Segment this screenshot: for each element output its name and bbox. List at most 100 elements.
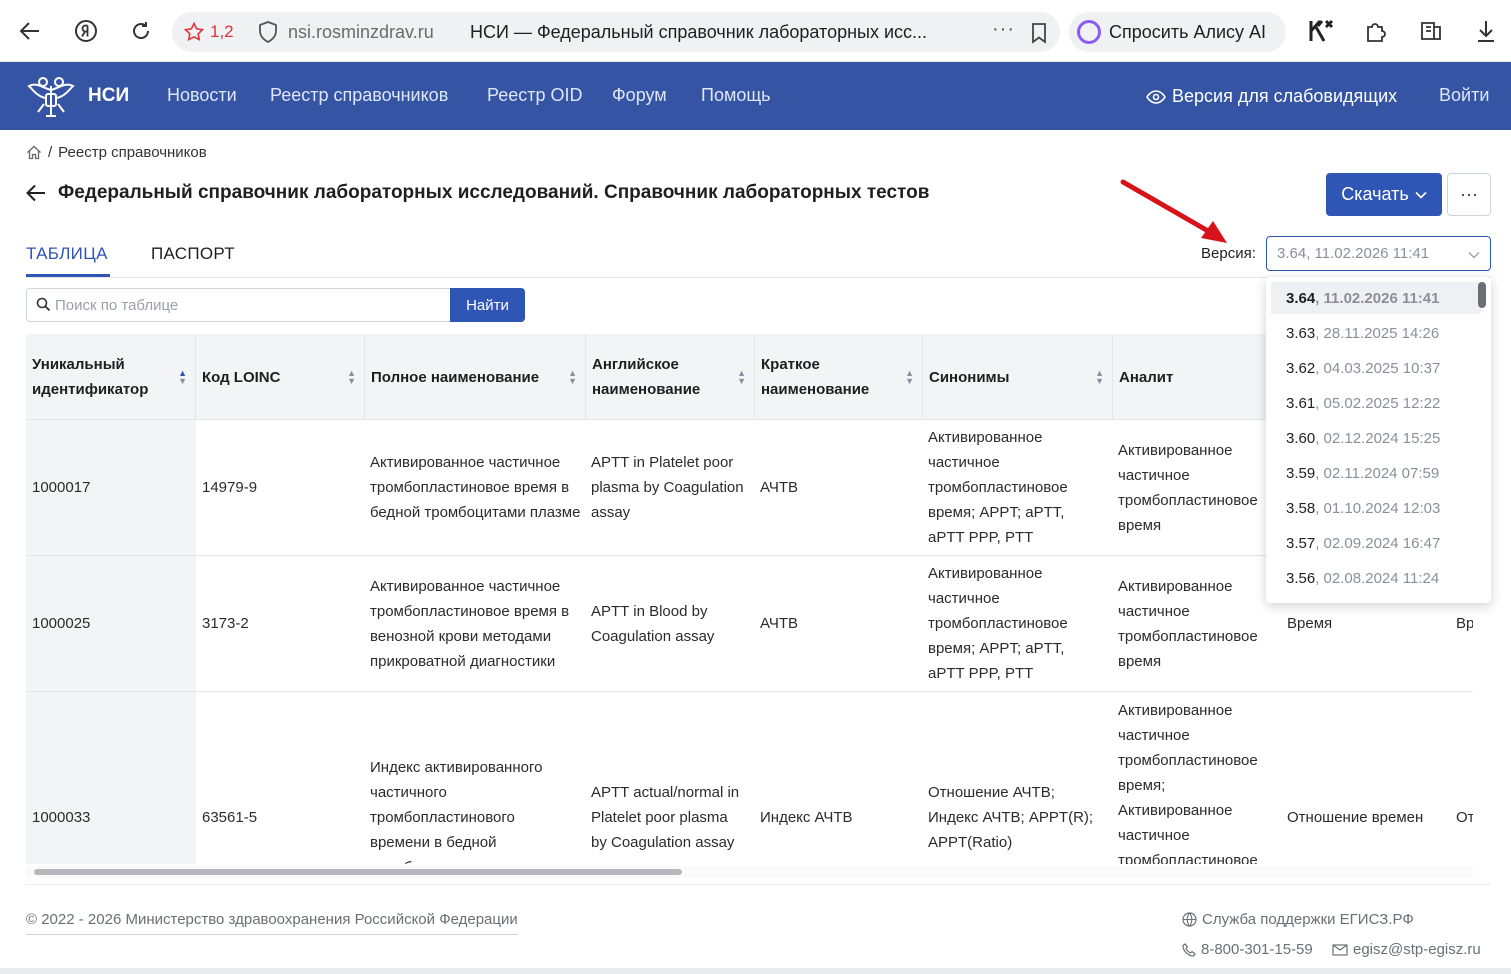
login-link[interactable]: Войти xyxy=(1439,85,1489,106)
back-arrow-icon[interactable] xyxy=(14,15,46,47)
chevron-down-icon xyxy=(1468,252,1480,259)
column-header-id[interactable]: Уникальный идентификатор ▲ ▼ xyxy=(26,334,196,420)
tab-table[interactable]: ТАБЛИЦА xyxy=(26,244,108,264)
search-icon xyxy=(36,297,51,312)
download-icon[interactable] xyxy=(1470,15,1502,47)
column-header-synonyms[interactable]: Синонимы ▲ ▼ xyxy=(923,334,1113,420)
nav-help[interactable]: Помощь xyxy=(701,85,771,106)
url-domain: nsi.rosminzdrav.ru xyxy=(288,22,434,42)
footer-divider xyxy=(26,884,1491,885)
sort-icon[interactable]: ▲ ▼ xyxy=(905,369,914,386)
column-header-analyte[interactable]: Аналит xyxy=(1113,334,1283,420)
collections-icon[interactable] xyxy=(1415,15,1447,47)
version-dropdown: 3.64, 11.02.2026 11:41 3.63, 28.11.2025 … xyxy=(1266,277,1491,603)
nav-news[interactable]: Новости xyxy=(167,85,237,106)
coat-of-arms-logo[interactable] xyxy=(24,70,78,122)
version-option[interactable]: 3.57, 02.09.2024 16:47 xyxy=(1271,527,1481,559)
cell-analyte: Активированное частичное тромбопластинов… xyxy=(1118,577,1258,670)
annotation-arrow xyxy=(1120,179,1227,243)
home-icon[interactable] xyxy=(26,145,42,160)
sort-icon[interactable]: ▲ ▼ xyxy=(347,369,356,386)
version-option[interactable]: 3.61, 05.02.2025 12:22 xyxy=(1271,387,1481,419)
download-button[interactable]: Скачать xyxy=(1326,173,1442,216)
table-scrollbar-thumb[interactable] xyxy=(34,869,682,875)
cell-id: 1000025 xyxy=(32,615,91,632)
back-arrow-icon[interactable] xyxy=(26,184,46,202)
nav-registry[interactable]: Реестр справочников xyxy=(270,85,448,106)
cell-analyte: Активированное частичное тромбопластинов… xyxy=(1118,702,1258,864)
version-option[interactable]: 3.56, 02.08.2024 11:24 xyxy=(1271,562,1481,594)
table-row[interactable]: 1000033 63561-5 Индекс активированного ч… xyxy=(26,692,1473,864)
cell-english-name: APTT actual/normal in Platelet poor plas… xyxy=(591,783,740,851)
breadcrumb: / Реестр справочников xyxy=(26,144,207,161)
sort-icon[interactable]: ▲ ▼ xyxy=(568,369,577,386)
phone-icon xyxy=(1182,942,1196,957)
column-header-english-name[interactable]: Английское наименование ▲ ▼ xyxy=(586,334,755,420)
table-row[interactable]: 1000017 14979-9 Активированное частичное… xyxy=(26,420,1473,556)
column-header-short-name[interactable]: Краткое наименование ▲ ▼ xyxy=(755,334,923,420)
version-selected-number: 3.64 xyxy=(1277,245,1307,262)
cell-full-name: Активированное частичное тромбопластинов… xyxy=(370,577,570,670)
cell-id: 1000033 xyxy=(32,808,91,826)
more-options-icon[interactable]: ··· xyxy=(992,18,1015,41)
low-vision-link[interactable]: Версия для слабовидящих xyxy=(1146,86,1397,107)
cell-property: Отношение времен xyxy=(1287,808,1424,826)
column-header-loinc[interactable]: Код LOINC ▲ ▼ xyxy=(196,334,365,420)
table-header: Уникальный идентификатор ▲ ▼ Код LOINC ▲ ▼… xyxy=(26,334,1473,420)
alice-icon xyxy=(1077,20,1101,44)
version-option[interactable]: 3.62, 04.03.2025 10:37 xyxy=(1271,352,1481,384)
version-option[interactable]: 3.60, 02.12.2024 15:25 xyxy=(1271,422,1481,454)
table-search xyxy=(26,288,451,322)
sort-icon[interactable]: ▲ ▼ xyxy=(737,369,746,386)
version-option[interactable]: 3.64, 11.02.2026 11:41 xyxy=(1271,282,1481,314)
bookmark-icon[interactable] xyxy=(1029,22,1049,44)
ask-alice-label: Спросить Алису AI xyxy=(1109,21,1267,42)
footer-email-link[interactable]: egisz@stp-egisz.ru xyxy=(1332,941,1481,958)
yandex-logo-icon[interactable] xyxy=(70,15,102,47)
more-actions-button[interactable]: ··· xyxy=(1447,173,1491,216)
breadcrumb-registry[interactable]: Реестр справочников xyxy=(58,144,207,161)
low-vision-label: Версия для слабовидящих xyxy=(1172,86,1398,106)
browser-toolbar: 1,2 nsi.rosminzdrav.ru НСИ — Федеральный… xyxy=(0,0,1511,62)
site-rating[interactable]: 1,2 xyxy=(184,22,234,42)
dropdown-scrollbar[interactable] xyxy=(1478,282,1486,308)
cell-loinc: 3173-2 xyxy=(202,615,249,632)
cell-synonyms: Активированное частичное тромбопластинов… xyxy=(928,565,1068,682)
version-option[interactable]: 3.63, 28.11.2025 14:26 xyxy=(1271,317,1481,349)
footer-support-link[interactable]: Служба поддержки ЕГИСЗ.РФ xyxy=(1182,911,1414,928)
column-header-full-name[interactable]: Полное наименование ▲ ▼ xyxy=(365,334,586,420)
footer-phone-link[interactable]: 8-800-301-15-59 xyxy=(1182,941,1313,958)
star-icon xyxy=(184,22,204,42)
cell-analyte: Активированное частичное тромбопластинов… xyxy=(1118,441,1258,534)
nav-forum[interactable]: Форум xyxy=(612,85,667,106)
version-select[interactable]: 3.64, 11.02.2026 11:41 xyxy=(1266,236,1491,271)
version-label: Версия: xyxy=(1201,245,1256,262)
taskbar-strip xyxy=(0,968,1511,974)
breadcrumb-separator: / xyxy=(48,144,53,161)
cell-property-cut: От xyxy=(1456,808,1473,826)
search-button[interactable]: Найти xyxy=(450,288,525,322)
version-option[interactable]: 3.59, 02.11.2024 07:59 xyxy=(1271,457,1481,489)
version-option[interactable]: 3.58, 01.10.2024 12:03 xyxy=(1271,492,1481,524)
search-input[interactable] xyxy=(55,295,435,315)
rating-value: 1,2 xyxy=(210,22,234,41)
nav-oid-registry[interactable]: Реестр OID xyxy=(487,85,583,106)
page-title-row: Федеральный справочник лабораторных иссл… xyxy=(26,182,929,204)
cell-loinc: 14979-9 xyxy=(202,479,258,496)
k-extension-icon[interactable] xyxy=(1305,15,1337,47)
chevron-down-icon xyxy=(1415,191,1427,199)
cell-loinc: 63561-5 xyxy=(202,808,258,826)
footer-copyright[interactable]: © 2022 - 2026 Министерство здравоохранен… xyxy=(26,911,518,935)
cell-english-name: APTT in Platelet poor plasma by Coagulat… xyxy=(591,454,744,521)
table-row[interactable]: 1000025 3173-2 Активированное частичное … xyxy=(26,556,1473,692)
sort-icon[interactable]: ▲ ▼ xyxy=(1095,369,1104,386)
shield-icon[interactable] xyxy=(258,21,278,43)
reload-icon[interactable] xyxy=(125,15,157,47)
brand-name[interactable]: НСИ xyxy=(88,85,129,107)
extensions-puzzle-icon[interactable] xyxy=(1360,15,1392,47)
sort-icon[interactable]: ▲ ▼ xyxy=(178,369,187,386)
address-bar[interactable]: 1,2 nsi.rosminzdrav.ru НСИ — Федеральный… xyxy=(172,12,1060,52)
tab-passport[interactable]: ПАСПОРТ xyxy=(151,244,235,264)
download-label: Скачать xyxy=(1341,184,1409,204)
ask-alice-button[interactable]: Спросить Алису AI xyxy=(1069,12,1286,52)
